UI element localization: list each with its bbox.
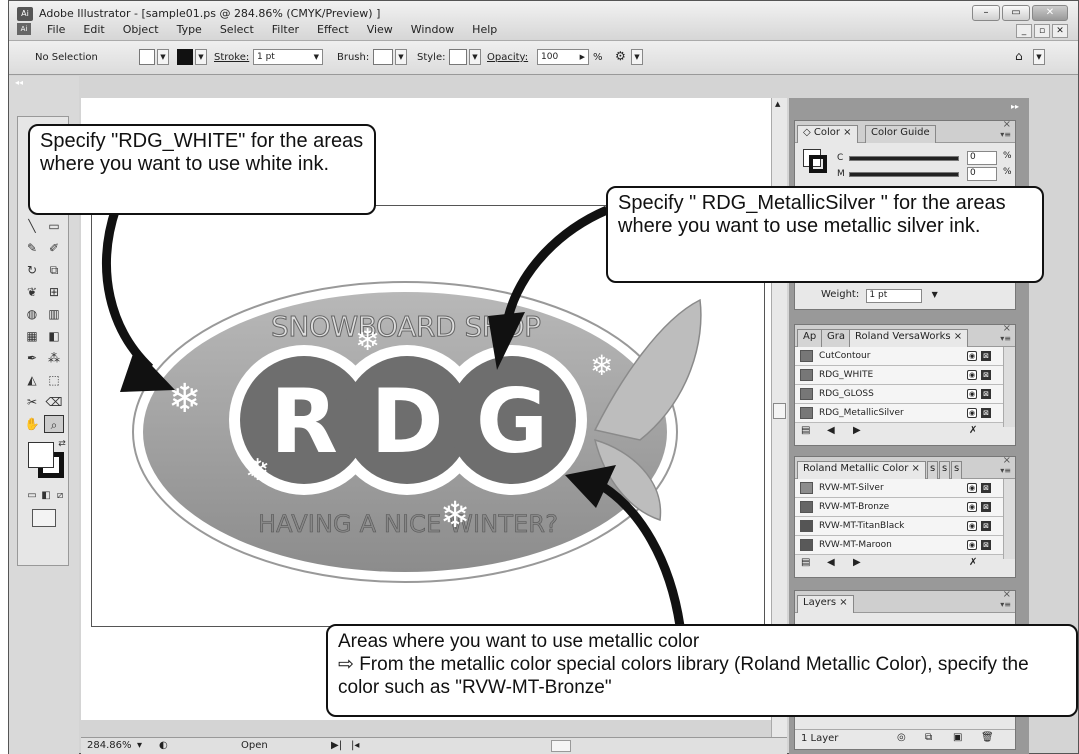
arrow-white-ink [102, 206, 154, 372]
arrow-metallic-color [599, 482, 685, 627]
arrowhead-metallic-silver [488, 312, 525, 370]
arrowhead-white-ink [120, 348, 175, 392]
callout-metallic-color-line1: Areas where you want to use metallic col… [338, 631, 700, 652]
callout-metallic-silver-text: Specify " RDG_MetallicSilver " for the a… [618, 192, 1006, 237]
arrow-metallic-silver [503, 205, 609, 320]
callout-metallic-silver: Specify " RDG_MetallicSilver " for the a… [606, 186, 1044, 283]
callout-metallic-color: Areas where you want to use metallic col… [326, 624, 1078, 717]
callout-metallic-color-line2: ⇨ From the metallic color special colors… [338, 654, 1029, 698]
callout-white-ink: Specify "RDG_WHITE" for the areas where … [28, 124, 376, 215]
callout-white-ink-text: Specify "RDG_WHITE" for the areas where … [40, 130, 364, 175]
